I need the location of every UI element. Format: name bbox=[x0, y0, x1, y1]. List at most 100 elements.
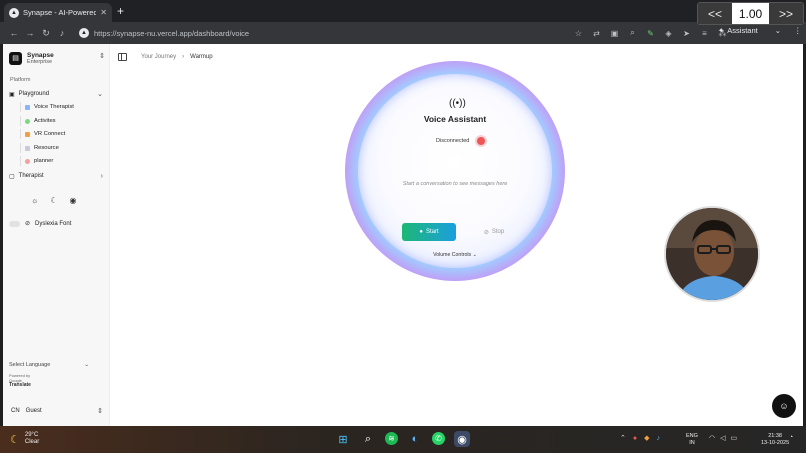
language-select[interactable]: Select Language ⌄ bbox=[9, 362, 89, 368]
pen-extension-icon[interactable]: ✎ bbox=[646, 29, 655, 38]
chevron-down-icon: ⌄ bbox=[472, 252, 477, 258]
system-tray: ⌃ ● ◆ ♪ bbox=[620, 434, 661, 443]
section-label: Platform bbox=[10, 77, 31, 83]
microphone-icon[interactable]: ♪ bbox=[657, 435, 661, 442]
chrome-icon[interactable]: ◉ bbox=[454, 431, 470, 447]
screenshot-icon[interactable]: ▣ bbox=[610, 29, 619, 38]
send-icon[interactable]: ➤ bbox=[682, 29, 691, 38]
sidebar-item-vr-connect[interactable]: VR Connect bbox=[20, 129, 65, 139]
voice-icon bbox=[25, 104, 30, 110]
dyslexia-font-label: Dyslexia Font bbox=[35, 220, 72, 227]
zoom-control: << 1.00 >> bbox=[697, 2, 804, 25]
breadcrumb-separator-icon: › bbox=[182, 54, 185, 60]
moon-icon[interactable]: ☾ bbox=[50, 196, 57, 205]
notification-bell-icon[interactable]: ◔ bbox=[789, 434, 793, 441]
site-info-icon[interactable]: ▲ bbox=[79, 28, 89, 38]
sidebar-item-label: Resource bbox=[34, 145, 59, 151]
breadcrumb-current: Warmup bbox=[190, 54, 213, 60]
sidebar-item-label: Playground bbox=[18, 91, 50, 97]
volume-controls-toggle[interactable]: Volume Controls ⌄ bbox=[358, 252, 552, 258]
chevron-right-icon: › bbox=[100, 172, 103, 180]
sidebar-item-resource[interactable]: Resource bbox=[20, 143, 59, 153]
dyslexia-toggle[interactable] bbox=[9, 220, 20, 227]
new-tab-button[interactable]: + bbox=[117, 4, 124, 18]
google-translate-attribution: Powered by Google Translate bbox=[9, 373, 31, 388]
clock[interactable]: 21:38 13-10-2025 bbox=[761, 433, 789, 447]
microphone-icon[interactable]: ♪ bbox=[54, 28, 70, 38]
org-switcher[interactable]: ▤ Synapse Enterprise ⇕ bbox=[9, 50, 105, 66]
language-select-label: Select Language bbox=[9, 362, 51, 368]
org-plan: Enterprise bbox=[27, 58, 53, 65]
org-name: Synapse bbox=[27, 51, 54, 59]
whatsapp-icon[interactable]: ✆ bbox=[432, 432, 445, 445]
vr-icon bbox=[25, 131, 30, 137]
search-icon[interactable]: ⌕ bbox=[360, 431, 376, 447]
sun-icon[interactable]: ☼ bbox=[31, 196, 38, 205]
sidebar-item-activites[interactable]: Activites bbox=[20, 116, 56, 126]
url-field[interactable]: ▲ https://synapse-nu.vercel.app/dashboar… bbox=[79, 25, 579, 41]
kebab-menu-icon[interactable]: ⋮ bbox=[794, 26, 802, 35]
sidebar-item-label: Voice Therapist bbox=[34, 104, 74, 110]
user-name: Guest bbox=[25, 408, 42, 414]
mic-off-icon: ⊘ bbox=[483, 229, 489, 236]
weather-temp: 29°C bbox=[24, 432, 39, 438]
extension-puzzle-icon[interactable]: ◈ bbox=[664, 29, 673, 38]
volume-label: Volume Controls bbox=[433, 252, 472, 258]
time: 21:38 bbox=[768, 433, 782, 439]
sidebar-item-planner[interactable]: planner bbox=[20, 156, 53, 166]
eye-icon[interactable]: ◉ bbox=[70, 196, 77, 205]
search-icon[interactable]: ⌕ bbox=[628, 28, 637, 38]
forward-icon[interactable]: → bbox=[22, 28, 38, 38]
zoom-prev-button[interactable]: << bbox=[698, 3, 732, 24]
sidebar: ▤ Synapse Enterprise ⇕ Platform ▣ Playgr… bbox=[3, 44, 110, 426]
sidebar-item-label: Therapist bbox=[18, 173, 44, 179]
browser-tab[interactable]: ▲ Synapse - AI-Powered Learni ✕ bbox=[4, 3, 112, 22]
region-code: IN bbox=[689, 440, 695, 446]
vscode-like-icon[interactable]: ◐ bbox=[407, 431, 423, 447]
back-icon[interactable]: ← bbox=[6, 28, 22, 38]
planner-icon bbox=[25, 158, 30, 164]
extension-icons: ☆ ⇄ ▣ ⌕ ✎ ◈ ➤ ≡ ⁂ bbox=[574, 26, 727, 40]
stop-button[interactable]: ⊘ Stop bbox=[474, 223, 514, 241]
chevron-down-icon[interactable]: ⌄ bbox=[775, 26, 781, 35]
chatbot-button[interactable]: ☺ bbox=[772, 394, 796, 418]
chevron-up-down-icon: ⇕ bbox=[99, 53, 105, 60]
wifi-icon: ◠ bbox=[709, 435, 716, 442]
chevron-up-icon[interactable]: ⌃ bbox=[620, 434, 626, 442]
spotify-icon[interactable]: ≋ bbox=[385, 432, 398, 445]
close-tab-icon[interactable]: ✕ bbox=[100, 8, 107, 17]
address-bar: ← → ↻ ♪ ▲ https://synapse-nu.vercel.app/… bbox=[0, 22, 806, 44]
sidebar-item-playground[interactable]: ▣ Playground ⌄ bbox=[9, 89, 105, 99]
stop-label: Stop bbox=[491, 229, 505, 235]
battery-icon: ▭ bbox=[730, 435, 738, 442]
weather-widget[interactable]: ☾ 29°C Clear bbox=[10, 432, 39, 446]
breadcrumb-parent[interactable]: Your Journey bbox=[141, 54, 176, 60]
user-menu[interactable]: CN Guest ⇕ bbox=[11, 408, 103, 415]
input-language[interactable]: ENG IN bbox=[686, 433, 698, 447]
synapse-favicon-icon: ▲ bbox=[9, 7, 19, 18]
quick-settings[interactable]: ◠ ◁ ▭ bbox=[709, 434, 737, 442]
bot-icon: ☺ bbox=[779, 401, 789, 411]
microphone-icon: ● bbox=[419, 229, 423, 235]
breadcrumb: Your Journey › Warmup bbox=[118, 53, 213, 61]
sidebar-item-label: Activites bbox=[34, 118, 56, 124]
translate-label: Translate bbox=[9, 382, 31, 388]
sidebar-toggle-icon[interactable] bbox=[118, 53, 127, 61]
bookmark-star-icon[interactable]: ☆ bbox=[574, 29, 583, 38]
webcam-overlay bbox=[664, 206, 760, 302]
sidebar-item-therapist[interactable]: ▢ Therapist › bbox=[9, 171, 105, 181]
tray-app-icon[interactable]: ◆ bbox=[644, 434, 649, 442]
sidebar-item-voice-therapist[interactable]: Voice Therapist bbox=[20, 102, 74, 112]
menu-lines-icon[interactable]: ≡ bbox=[700, 29, 709, 38]
reload-icon[interactable]: ↻ bbox=[38, 28, 54, 39]
start-button[interactable]: ● Start bbox=[402, 223, 456, 241]
assistant-button[interactable]: ✦ Assistant ⌄ ⋮ bbox=[718, 26, 802, 35]
zoom-next-button[interactable]: >> bbox=[769, 3, 803, 24]
moon-icon: ☾ bbox=[10, 433, 20, 446]
translate-icon[interactable]: ⇄ bbox=[592, 29, 601, 38]
windows-start-icon[interactable]: ⊞ bbox=[335, 431, 351, 447]
sidebar-item-label: VR Connect bbox=[34, 131, 66, 137]
tab-title: Synapse - AI-Powered Learni bbox=[23, 8, 97, 17]
voice-assistant-title: Voice Assistant bbox=[423, 114, 487, 124]
tray-app-icon[interactable]: ● bbox=[633, 435, 637, 442]
